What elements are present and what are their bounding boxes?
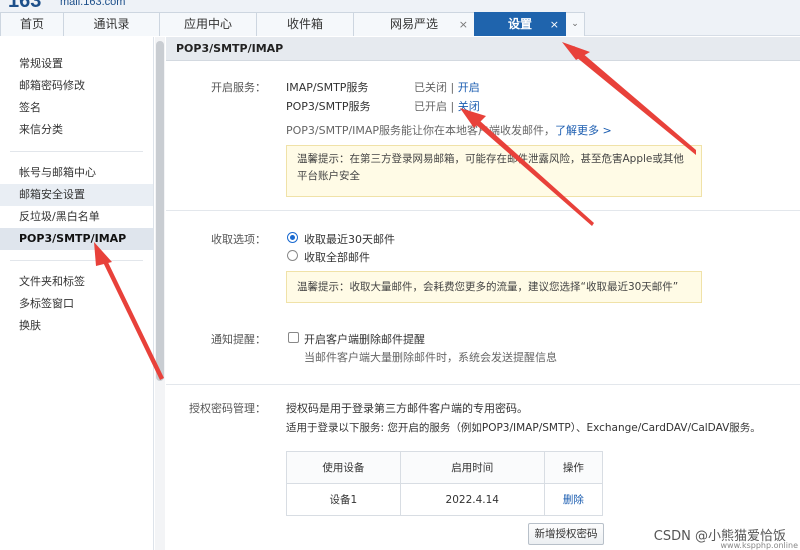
receive-label: 收取选项： bbox=[211, 233, 266, 246]
service-section: 开启服务： IMAP/SMTP服务 已关闭 | 开启 POP3/SMTP服务 已… bbox=[166, 61, 800, 211]
column-header-time: 启用时间 bbox=[399, 451, 545, 484]
pop3-disable-link[interactable]: 关闭 bbox=[458, 100, 480, 113]
cell-device: 设备1 bbox=[286, 483, 401, 516]
sidebar-item-general[interactable]: 常规设置 bbox=[0, 53, 153, 75]
delete-notify-label: 开启客户端删除邮件提醒 bbox=[304, 333, 425, 346]
auth-table: 使用设备 启用时间 操作 设备1 2022.4.14 删除 bbox=[286, 451, 604, 516]
scroll-thumb[interactable] bbox=[156, 41, 164, 381]
radio-all-mail-label: 收取全部邮件 bbox=[304, 251, 370, 264]
tab-more-dropdown[interactable]: ⌄ bbox=[565, 12, 585, 36]
close-icon[interactable]: × bbox=[459, 13, 468, 36]
sidebar-item-antispam[interactable]: 反垃圾/黑白名单 bbox=[0, 206, 153, 228]
tab-home[interactable]: 首页 bbox=[0, 12, 64, 36]
chevron-down-icon: ⌄ bbox=[571, 19, 579, 29]
delete-notify-checkbox[interactable] bbox=[288, 332, 299, 343]
auth-desc-1: 授权码是用于登录第三方邮件客户端的专用密码。 bbox=[286, 402, 528, 415]
service-warning-tip: 温馨提示：在第三方登录网易邮箱，可能存在邮件泄露风险，甚至危害Apple或其他 … bbox=[286, 145, 702, 197]
top-navigation-bar: 163 mail.163.com 首页 通讯录 应用中心 收件箱 网易严选× 设… bbox=[0, 0, 800, 36]
sidebar-item-security[interactable]: 邮箱安全设置 bbox=[0, 184, 153, 206]
site-watermark: www.kspphp.online bbox=[720, 541, 799, 550]
radio-all-mail[interactable] bbox=[287, 250, 298, 261]
settings-sidebar: 常规设置 邮箱密码修改 签名 来信分类 帐号与邮箱中心 邮箱安全设置 反垃圾/黑… bbox=[0, 37, 154, 550]
tab-settings[interactable]: 设置 × bbox=[474, 12, 566, 36]
pop3-service-status: 已开启 | 关闭 bbox=[414, 100, 480, 113]
sidebar-item-multitab[interactable]: 多标签窗口 bbox=[0, 293, 153, 315]
notify-section: 通知提醒： 开启客户端删除邮件提醒 当邮件客户端大量删除邮件时，系统会发送提醒信… bbox=[166, 315, 800, 385]
sidebar-group-general: 常规设置 邮箱密码修改 签名 来信分类 bbox=[0, 37, 153, 141]
imap-enable-link[interactable]: 开启 bbox=[458, 81, 480, 94]
sidebar-item-filter[interactable]: 来信分类 bbox=[0, 119, 153, 141]
page-title: POP3/SMTP/IMAP bbox=[166, 37, 800, 61]
sidebar-item-pop3[interactable]: POP3/SMTP/IMAP bbox=[0, 228, 153, 250]
tab-inbox[interactable]: 收件箱 bbox=[256, 12, 354, 36]
notify-label: 通知提醒： bbox=[211, 333, 266, 346]
cell-action: 删除 bbox=[543, 483, 604, 516]
radio-recent-30-days-label: 收取最近30天邮件 bbox=[304, 233, 395, 246]
sidebar-item-folders[interactable]: 文件夹和标签 bbox=[0, 271, 153, 293]
radio-recent-30-days[interactable] bbox=[287, 232, 298, 243]
imap-service-name: IMAP/SMTP服务 bbox=[286, 81, 369, 94]
pop3-service-name: POP3/SMTP服务 bbox=[286, 100, 371, 113]
sidebar-scrollbar[interactable] bbox=[155, 37, 165, 550]
table-header-row: 使用设备 启用时间 操作 bbox=[286, 451, 604, 484]
close-icon[interactable]: × bbox=[550, 13, 559, 36]
auth-desc-2: 适用于登录以下服务: 您开启的服务（例如POP3/IMAP/SMTP）、Exch… bbox=[286, 422, 761, 434]
sidebar-item-signature[interactable]: 签名 bbox=[0, 97, 153, 119]
logo-number: 163 bbox=[8, 0, 41, 10]
imap-service-status: 已关闭 | 开启 bbox=[414, 81, 480, 94]
tab-yanxuan[interactable]: 网易严选 × bbox=[353, 12, 475, 36]
tab-app-center[interactable]: 应用中心 bbox=[159, 12, 257, 36]
tab-contacts[interactable]: 通讯录 bbox=[63, 12, 160, 36]
cell-time: 2022.4.14 bbox=[399, 483, 545, 516]
mail-logo[interactable]: 163 mail.163.com bbox=[0, 0, 130, 10]
tab-strip: 首页 通讯录 应用中心 收件箱 网易严选 × 设置 × ⌄ bbox=[0, 12, 585, 36]
learn-more-link[interactable]: 了解更多 > bbox=[555, 124, 612, 137]
receive-tip: 温馨提示：收取大量邮件，会耗费您更多的流量，建议您选择“收取最近30天邮件” bbox=[286, 271, 702, 303]
sidebar-divider bbox=[10, 260, 143, 261]
column-header-action: 操作 bbox=[543, 451, 604, 484]
column-header-device: 使用设备 bbox=[286, 451, 401, 484]
table-row: 设备1 2022.4.14 删除 bbox=[286, 483, 604, 516]
sidebar-group-account: 帐号与邮箱中心 邮箱安全设置 反垃圾/黑白名单 POP3/SMTP/IMAP bbox=[0, 156, 153, 250]
sidebar-group-misc: 文件夹和标签 多标签窗口 换肤 bbox=[0, 265, 153, 337]
settings-main-panel: POP3/SMTP/IMAP 开启服务： IMAP/SMTP服务 已关闭 | 开… bbox=[166, 37, 800, 550]
service-label: 开启服务： bbox=[211, 81, 266, 94]
sidebar-item-account-center[interactable]: 帐号与邮箱中心 bbox=[0, 162, 153, 184]
new-auth-password-button[interactable]: 新增授权密码 bbox=[528, 523, 604, 545]
receive-section: 收取选项： 收取最近30天邮件 收取全部邮件 温馨提示：收取大量邮件，会耗费您更… bbox=[166, 211, 800, 315]
delete-auth-link[interactable]: 删除 bbox=[563, 494, 584, 506]
delete-notify-desc: 当邮件客户端大量删除邮件时，系统会发送提醒信息 bbox=[304, 351, 557, 364]
auth-label: 授权密码管理： bbox=[189, 402, 266, 415]
service-description: POP3/SMTP/IMAP服务能让你在本地客户端收发邮件，了解更多 > bbox=[286, 124, 612, 137]
sidebar-item-password[interactable]: 邮箱密码修改 bbox=[0, 75, 153, 97]
logo-domain: mail.163.com bbox=[60, 0, 126, 8]
sidebar-divider bbox=[10, 151, 143, 152]
sidebar-item-skin[interactable]: 换肤 bbox=[0, 315, 153, 337]
